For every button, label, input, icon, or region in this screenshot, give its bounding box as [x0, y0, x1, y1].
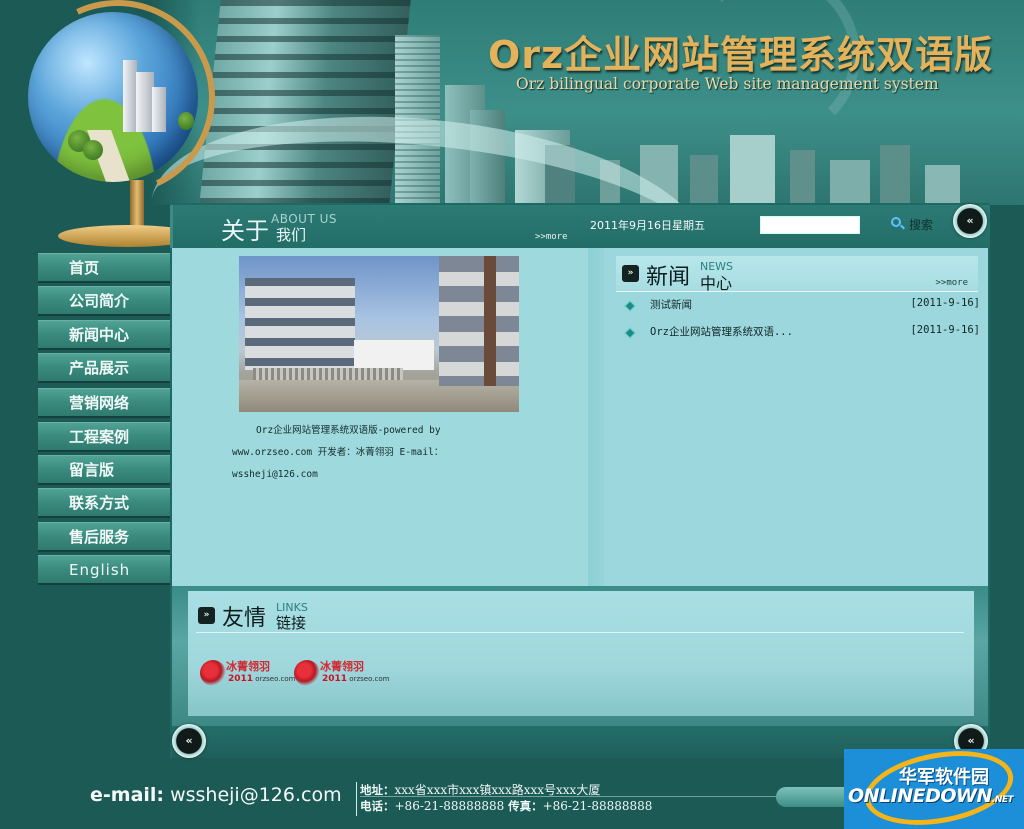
friend-link-logo[interactable]: 冰菁翎羽 2011 orzseo.com [200, 656, 295, 690]
footer-email: e-mail: wssheji@126.com [90, 784, 342, 806]
panel-divider [588, 248, 604, 586]
about-panel: Orz企业网站管理系统双语版-powered by www.orzseo.com… [172, 248, 588, 586]
links-heading: » 友情 LINKS 链接 [196, 597, 964, 633]
friend-link-site: orzseo.com [349, 675, 390, 683]
globe-ring [0, 0, 243, 223]
news-more-link[interactable]: >>more [935, 278, 968, 288]
double-chevron-right-icon: » [622, 265, 639, 282]
chevron-double-left-icon: « [966, 214, 974, 227]
about-text-line: wssheji@126.com [232, 469, 318, 480]
friend-link-site: orzseo.com [255, 675, 296, 683]
links-heading-cn-small: 链接 [276, 614, 307, 632]
scroll-left-button[interactable]: « [172, 724, 206, 758]
sidebar-nav: 首页 公司简介 新闻中心 产品展示 营销网络 工程案例 留言版 联系方式 售后服… [38, 253, 170, 589]
footer-fax-label: 传真： [508, 799, 543, 813]
nav-item-network[interactable]: 营销网络 [38, 388, 170, 419]
friend-link-year: 2011 [322, 674, 348, 684]
top-bar: 关于 ABOUT US 我们 >>more 2011年9月16日星期五 搜索 [170, 205, 990, 248]
news-list: 测试新闻 [2011-9-16] Orz企业网站管理系统双语... [2011-… [616, 296, 980, 350]
banner-building [925, 165, 960, 205]
banner-building [830, 160, 870, 205]
diamond-bullet-icon [624, 327, 636, 339]
about-text-line: Orz企业网站管理系统双语版-powered by [256, 425, 441, 436]
current-date: 2011年9月16日星期五 [590, 219, 705, 232]
search-input[interactable] [760, 216, 860, 234]
diamond-bullet-icon [624, 300, 636, 312]
content-area: Orz企业网站管理系统双语版-powered by www.orzseo.com… [172, 248, 988, 586]
footer-phone-value: +86-21-88888888 [394, 799, 505, 813]
news-title[interactable]: Orz企业网站管理系统双语... [650, 324, 793, 339]
globe-stem [130, 180, 144, 230]
footer-address-label: 地址： [360, 783, 395, 797]
friend-link-year: 2011 [228, 674, 254, 684]
news-item[interactable]: 测试新闻 [2011-9-16] [616, 296, 980, 323]
chevron-double-left-icon: « [967, 734, 975, 747]
footer-separator [356, 782, 357, 816]
nav-item-contact[interactable]: 联系方式 [38, 488, 170, 519]
about-text: Orz企业网站管理系统双语版-powered by www.orzseo.com… [232, 420, 492, 486]
double-chevron-right-icon: » [198, 607, 215, 624]
links-section: » 友情 LINKS 链接 冰菁翎羽 2011 orzseo.com 冰菁翎羽 … [172, 586, 988, 726]
about-text-line: www.orzseo.com 开发者：冰菁翎羽 E-mail： [232, 447, 444, 458]
nav-item-guestbook[interactable]: 留言版 [38, 454, 170, 485]
friend-link-name: 冰菁翎羽 [226, 660, 270, 673]
footer-address-value: xxx省xxx市xxx镇xxx路xxx号xxx大厦 [394, 783, 601, 797]
news-heading-cn-small: 中心 [700, 274, 733, 293]
company-photo [239, 256, 519, 412]
banner-building [880, 145, 910, 205]
flower-logo-icon [200, 660, 226, 686]
links-panel: » 友情 LINKS 链接 冰菁翎羽 2011 orzseo.com 冰菁翎羽 … [188, 591, 974, 716]
banner-building [690, 155, 718, 205]
news-date: [2011-9-16] [910, 324, 980, 336]
footer-fax-value: +86-21-88888888 [542, 799, 653, 813]
nav-item-cases[interactable]: 工程案例 [38, 421, 170, 452]
banner-building [730, 135, 775, 205]
site-title: Orz企业网站管理系统双语版 [488, 33, 994, 77]
news-heading: » 新闻 NEWS 中心 >>more [616, 256, 978, 293]
nav-item-news[interactable]: 新闻中心 [38, 319, 170, 350]
nav-item-home[interactable]: 首页 [38, 253, 170, 283]
site-subtitle: Orz bilingual corporate Web site managem… [516, 75, 939, 93]
watermark-suffix: .NET [991, 795, 1014, 805]
about-more-link[interactable]: >>more [535, 232, 568, 242]
about-heading-cn-small: 我们 [276, 226, 307, 244]
links-heading-cn: 友情 [222, 606, 267, 631]
news-heading-cn: 新闻 [646, 265, 691, 290]
nav-item-english[interactable]: English [38, 555, 170, 586]
search-button[interactable]: 搜索 [909, 216, 933, 233]
news-panel: » 新闻 NEWS 中心 >>more 测试新闻 [2011-9-16] Orz… [604, 248, 988, 586]
nav-item-service[interactable]: 售后服务 [38, 521, 170, 552]
flower-logo-icon [294, 660, 320, 686]
watermark-en: ONLINEDOWN [848, 785, 992, 807]
friend-link-logo[interactable]: 冰菁翎羽 2011 orzseo.com [294, 656, 389, 690]
search-icon[interactable] [891, 217, 901, 227]
banner-building [790, 150, 815, 205]
news-title[interactable]: 测试新闻 [650, 297, 692, 312]
about-heading-cn: 关于 [221, 217, 269, 245]
nav-item-about[interactable]: 公司简介 [38, 286, 170, 317]
collapse-button[interactable]: « [953, 204, 987, 238]
news-date: [2011-9-16] [910, 297, 980, 309]
chevron-double-left-icon: « [185, 734, 193, 747]
nav-item-products[interactable]: 产品展示 [38, 353, 170, 384]
onlinedown-watermark: 华军软件园 ONLINEDOWN.NET [844, 749, 1024, 829]
footer-phone: 电话：+86-21-88888888 传真：+86-21-88888888 [360, 798, 652, 814]
news-item[interactable]: Orz企业网站管理系统双语... [2011-9-16] [616, 323, 980, 350]
footer-email-label: e-mail: [90, 784, 165, 806]
friend-link-name: 冰菁翎羽 [320, 660, 364, 673]
footer-email-value[interactable]: wssheji@126.com [170, 784, 342, 806]
footer-phone-label: 电话： [360, 799, 395, 813]
